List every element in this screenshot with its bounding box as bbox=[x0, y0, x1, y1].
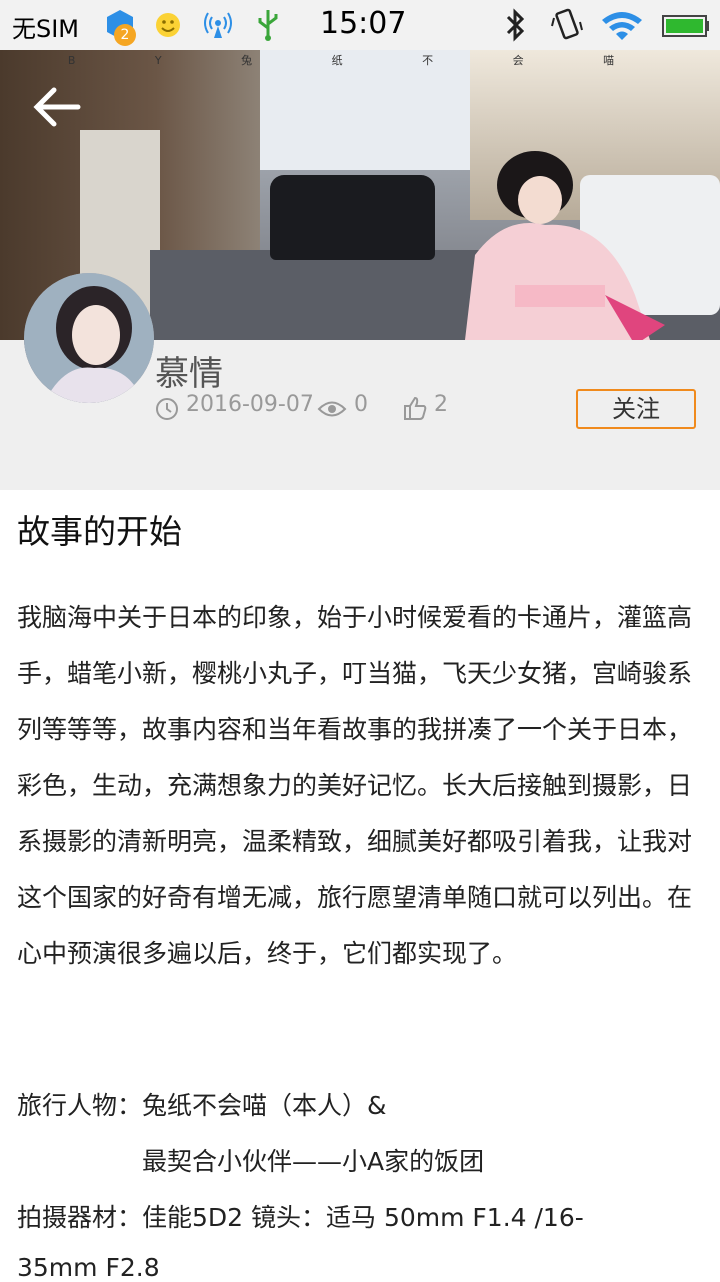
carrier-label: 无SIM bbox=[12, 15, 80, 43]
photo-subject bbox=[465, 151, 665, 340]
people-line-1: 旅行人物：兔纸不会喵（本人）& bbox=[17, 1091, 387, 1120]
thumbs-up-icon[interactable] bbox=[402, 395, 428, 421]
clock-icon bbox=[156, 398, 178, 420]
gear-line-2: 35mm F2.8 bbox=[17, 1253, 160, 1282]
smiley-icon bbox=[156, 13, 180, 37]
gear-line-1: 拍摄器材：佳能5D2 镜头：适马 50mm F1.4 /16- bbox=[17, 1203, 584, 1232]
bluetooth-icon bbox=[506, 8, 525, 42]
usb-icon bbox=[258, 10, 278, 41]
view-count: 0 bbox=[354, 392, 368, 417]
status-bar: 无SIM 2 15:07 bbox=[0, 0, 720, 50]
avatar[interactable] bbox=[24, 273, 154, 403]
battery-icon bbox=[662, 15, 709, 37]
eye-icon bbox=[317, 401, 347, 417]
article-title: 故事的开始 bbox=[17, 512, 182, 551]
author-name[interactable]: 慕情 bbox=[155, 346, 223, 395]
avatar-image bbox=[24, 273, 154, 403]
hotspot-icon bbox=[204, 12, 232, 38]
wifi-icon bbox=[602, 12, 642, 40]
follow-button[interactable]: 关注 bbox=[576, 389, 696, 429]
clock: 15:07 bbox=[320, 6, 407, 41]
post-date: 2016-09-07 bbox=[186, 392, 314, 417]
article-body: 我脑海中关于日本的印象，始于小时候爱看的卡通片，灌篮高手，蜡笔小新，樱桃小丸子，… bbox=[17, 603, 693, 968]
back-arrow-icon[interactable] bbox=[32, 84, 82, 130]
banner-text: B Y 兔 纸 不 会 喵 bbox=[67, 54, 653, 67]
like-count: 2 bbox=[434, 392, 448, 417]
notification-badge: 2 bbox=[114, 24, 136, 46]
vibrate-icon bbox=[551, 8, 583, 40]
people-line-2: 最契合小伙伴——小A家的饭团 bbox=[142, 1147, 485, 1176]
